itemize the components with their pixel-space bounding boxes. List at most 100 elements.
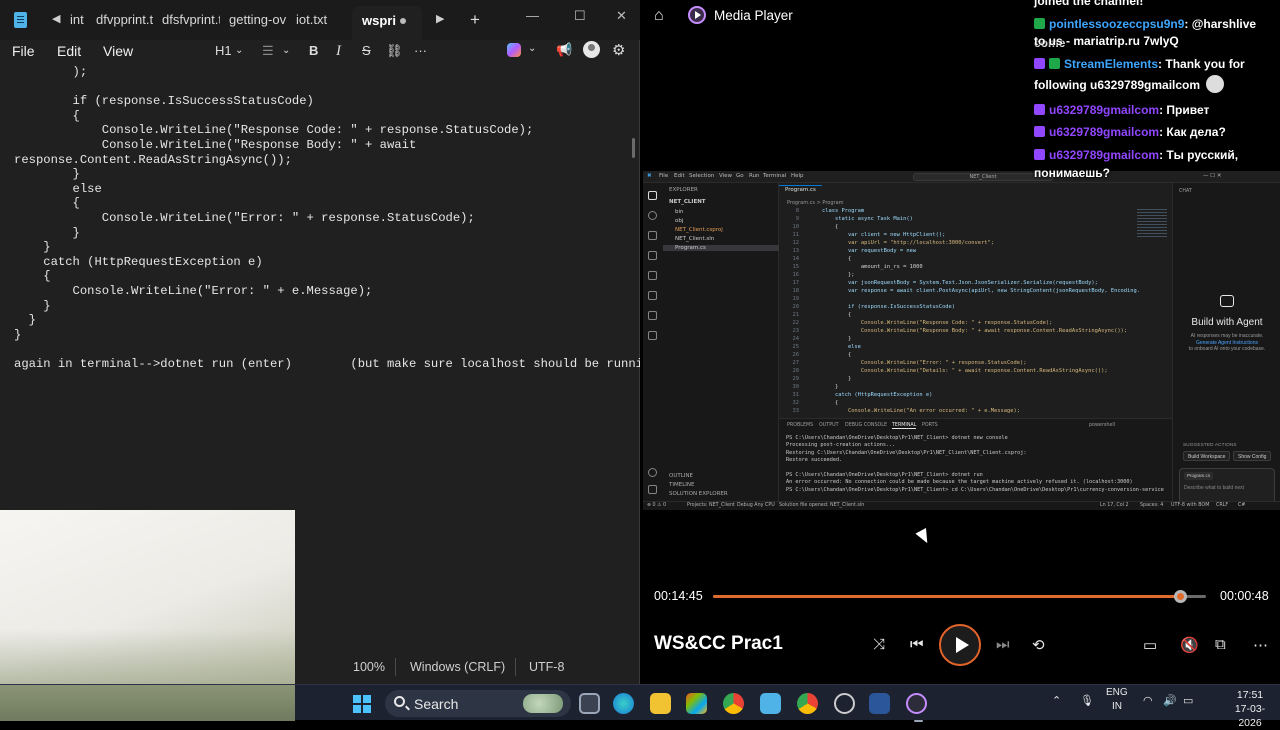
line-text: { [809, 352, 852, 358]
next-icon[interactable]: ⏭ [996, 636, 1010, 653]
close-button[interactable]: ✕ [616, 8, 627, 24]
line-number: 23 [792, 328, 800, 334]
vs-encoding: UTF-8 with BOM [1171, 503, 1210, 508]
link-icon[interactable]: ⛓ [386, 43, 403, 59]
new-tab-button[interactable]: + [470, 10, 480, 30]
scroll-tabs-right-icon[interactable]: ▶ [436, 12, 444, 25]
timeline-section: TIMELINE [669, 482, 695, 488]
line-number: 31 [792, 392, 800, 398]
previous-icon[interactable]: ⏮ [910, 636, 924, 653]
media-player-taskbar-icon[interactable] [906, 693, 927, 722]
chrome-profile-icon[interactable] [797, 693, 818, 714]
line-number: 8 [795, 208, 799, 214]
miniplayer-icon[interactable]: ⧉ [1215, 636, 1226, 653]
agent-subtitle-line1: AI responses may be inaccurate. [1190, 333, 1264, 339]
edge-icon[interactable] [613, 693, 634, 714]
chat-header: CHAT [1179, 189, 1192, 194]
line-text: { [809, 400, 839, 406]
copilot-icon[interactable] [507, 43, 521, 57]
outline-section: OUTLINE [669, 473, 693, 479]
chrome-icon[interactable] [723, 693, 744, 714]
scrollbar[interactable] [632, 138, 635, 158]
tab-int[interactable]: int [70, 12, 86, 27]
repeat-off-icon[interactable]: ⟲ [1032, 636, 1045, 654]
terminal-line: Restore succeeded. [786, 457, 843, 464]
list-icon[interactable]: ☰ [262, 43, 274, 59]
testing-icon [648, 291, 657, 300]
maximize-button[interactable]: ☐ [574, 8, 586, 24]
menu-file[interactable]: File [12, 43, 35, 59]
chevron-up-icon[interactable]: ⌃ [1052, 694, 1061, 707]
bold-button[interactable]: B [309, 43, 318, 58]
closed-captions-icon[interactable]: ▭ [1143, 636, 1157, 654]
line-number: 12 [792, 240, 800, 246]
vs-code-line: 23 Console.WriteLine("Response Body: " +… [779, 327, 1128, 335]
vs-debug-config: Debug Any CPU [737, 503, 775, 508]
menu-edit[interactable]: Edit [57, 43, 81, 59]
chevron-down-icon[interactable]: ⌄ [528, 43, 536, 54]
source-control-icon [648, 231, 657, 240]
line-number: 13 [792, 248, 800, 254]
play-button[interactable] [939, 624, 981, 666]
heading-dropdown[interactable]: H1 [215, 43, 232, 58]
volume-icon[interactable]: 🔊 [1163, 694, 1177, 707]
chat-line: u6329789gmailcom: Ты русский, [1034, 146, 1238, 165]
vs-code-line: 24 } [779, 335, 852, 343]
tab-dfvpprint[interactable]: dfvpprint.t [96, 12, 154, 27]
start-button[interactable] [353, 695, 371, 713]
video-vscode-frame: ✖ File Edit Selection View Go Run Termin… [643, 171, 1280, 510]
store-icon[interactable] [686, 693, 707, 714]
minimize-button[interactable]: — [526, 8, 539, 23]
line-text: Console.WriteLine("Response Code: " + re… [809, 320, 1053, 326]
line-number: 10 [792, 224, 800, 230]
avatar[interactable] [583, 41, 600, 58]
shuffle-icon[interactable]: ⤨ [873, 636, 885, 653]
italic-button[interactable]: I [336, 43, 341, 60]
more-icon[interactable]: ··· [414, 43, 427, 58]
language-top[interactable]: ENG [1106, 687, 1128, 698]
vs-breadcrumb: Program.cs > Program [787, 200, 844, 206]
zoom-level: 100% [353, 660, 385, 674]
editor-text[interactable]: ); if (response.IsSuccessStatusCode) { C… [14, 65, 665, 371]
vs-code-line: 15 amount_in_rs = 1000 [779, 263, 923, 271]
line-number: 24 [792, 336, 800, 342]
clock[interactable]: 17:51 17-03-2026 [1225, 688, 1275, 730]
vs-code-line: 20 if (response.IsSuccessStatusCode) [779, 303, 956, 311]
scroll-tabs-left-icon[interactable]: ◀ [52, 12, 60, 25]
gear-icon[interactable]: ⚙ [612, 41, 625, 59]
file-explorer-icon[interactable] [650, 693, 671, 714]
suggested-actions-label: SUGGESTED ACTIONS [1183, 442, 1237, 447]
tab-getting-ov[interactable]: getting-ov [229, 12, 291, 27]
line-number: 28 [792, 368, 800, 374]
line-text: Console.WriteLine("Response Body: " + aw… [809, 328, 1128, 334]
notepad-icon[interactable] [760, 693, 781, 714]
vs-statusbar: ⊗ 0 ⚠ 0 Projects: NET_Client Debug Any C… [643, 501, 1280, 510]
tab-dfsfvprint[interactable]: dfsfvprint.t [162, 12, 220, 27]
megaphone-icon[interactable]: 📢 [556, 42, 572, 58]
vs-code-line: 31 catch (HttpRequestException e) [779, 391, 933, 399]
home-icon[interactable]: ⌂ [654, 7, 664, 25]
seek-bar[interactable] [713, 590, 1206, 603]
volume-muted-icon[interactable]: 🔇 [1180, 636, 1199, 654]
strikethrough-button[interactable]: S [362, 43, 371, 58]
chevron-down-icon[interactable]: ⌄ [235, 45, 243, 56]
language-bottom[interactable]: IN [1112, 701, 1122, 712]
tab-bar: ◀ int dfvpprint.t dfsfvprint.t getting-o… [0, 0, 640, 40]
menu-view[interactable]: View [103, 43, 133, 59]
media-app-icon[interactable] [834, 693, 855, 714]
tab-active[interactable]: wspri [352, 6, 422, 40]
terminal-line: Restoring C:\Users\Chandan\OneDrive\Desk… [786, 449, 1027, 456]
microphone-icon[interactable]: 🎙 [1080, 694, 1094, 707]
line-text: Console.WriteLine("Error: " + response.S… [809, 360, 1027, 366]
task-view-icon[interactable] [579, 693, 600, 714]
battery-icon[interactable]: ▭ [1183, 694, 1193, 707]
line-number: 29 [792, 376, 800, 382]
more-options-icon[interactable]: ⋯ [1253, 636, 1268, 654]
wifi-icon[interactable]: ◠ [1143, 694, 1153, 707]
word-icon[interactable] [869, 693, 890, 714]
tab-iot[interactable]: iot.txt [296, 12, 336, 27]
vs-spaces: Spaces: 4 [1140, 503, 1164, 508]
taskbar-search[interactable]: Search [385, 690, 571, 717]
chevron-down-icon[interactable]: ⌄ [282, 45, 290, 56]
vs-menu-item: Help [791, 173, 804, 179]
